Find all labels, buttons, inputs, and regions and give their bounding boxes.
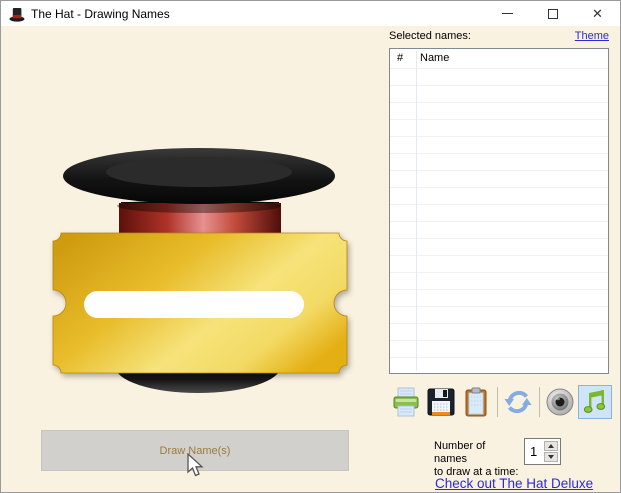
table-row[interactable] [390,103,608,120]
table-row[interactable] [390,222,608,239]
draw-names-button[interactable]: Draw Name(s) [41,430,349,471]
paste-button[interactable] [459,385,493,419]
names-count-label: Number of names to draw at a time: [434,440,519,478]
close-button[interactable]: ✕ [575,1,620,26]
refresh-icon [504,390,532,414]
printer-icon [393,387,419,417]
app-window: The Hat - Drawing Names ✕ Draw Name(s) S… [0,0,621,493]
print-button[interactable] [389,385,423,419]
table-row[interactable] [390,341,608,358]
save-button[interactable] [424,385,458,419]
table-row[interactable] [390,188,608,205]
table-header: # Name [390,49,608,69]
minimize-icon [502,13,513,14]
music-button[interactable] [578,385,612,419]
table-row[interactable] [390,307,608,324]
toolbar-separator [539,387,540,417]
table-row[interactable] [390,154,608,171]
window-controls: ✕ [485,1,620,26]
table-row[interactable] [390,239,608,256]
ticket-name-stripe [84,291,304,318]
table-row[interactable] [390,290,608,307]
minimize-button[interactable] [485,1,530,26]
hat-opening [106,157,292,187]
window-title: The Hat - Drawing Names [31,6,170,21]
up-arrow-icon [548,444,554,448]
table-row[interactable] [390,273,608,290]
column-divider [416,51,417,371]
down-arrow-icon [548,455,554,459]
table-row[interactable] [390,137,608,154]
music-notes-icon [583,390,606,413]
maximize-icon [547,8,558,19]
theme-link[interactable]: Theme [575,30,609,42]
column-header-name: Name [420,52,450,64]
column-header-number: # [397,52,404,64]
toolbar [389,384,613,420]
panel-header: Selected names: Theme [389,30,609,42]
titlebar: The Hat - Drawing Names ✕ [1,1,620,26]
table-row[interactable] [390,120,608,137]
spinner-up-button[interactable] [544,441,558,451]
names-count-value: 1 [530,444,538,459]
selected-names-table[interactable]: # Name [389,48,609,374]
table-row[interactable] [390,358,608,373]
save-floppy-icon [427,388,455,416]
hat-deluxe-link[interactable]: Check out The Hat Deluxe [435,476,593,491]
table-row[interactable] [390,205,608,222]
sound-button[interactable] [543,385,577,419]
maximize-button[interactable] [530,1,575,26]
selected-names-label: Selected names: [389,30,471,42]
table-row[interactable] [390,256,608,273]
speaker-icon [546,388,574,416]
app-hat-icon [9,7,25,22]
clipboard-icon [465,387,487,417]
client-area: Draw Name(s) Selected names: Theme # Nam… [1,26,620,492]
table-row[interactable] [390,69,608,86]
table-row[interactable] [390,86,608,103]
names-count-spinner[interactable]: 1 [524,438,561,465]
hat-ticket-illustration [52,148,348,393]
table-row[interactable] [390,171,608,188]
toolbar-separator [497,387,498,417]
spinner-down-button[interactable] [544,452,558,462]
close-icon: ✕ [592,6,603,21]
table-row[interactable] [390,324,608,341]
refresh-button[interactable] [501,385,535,419]
